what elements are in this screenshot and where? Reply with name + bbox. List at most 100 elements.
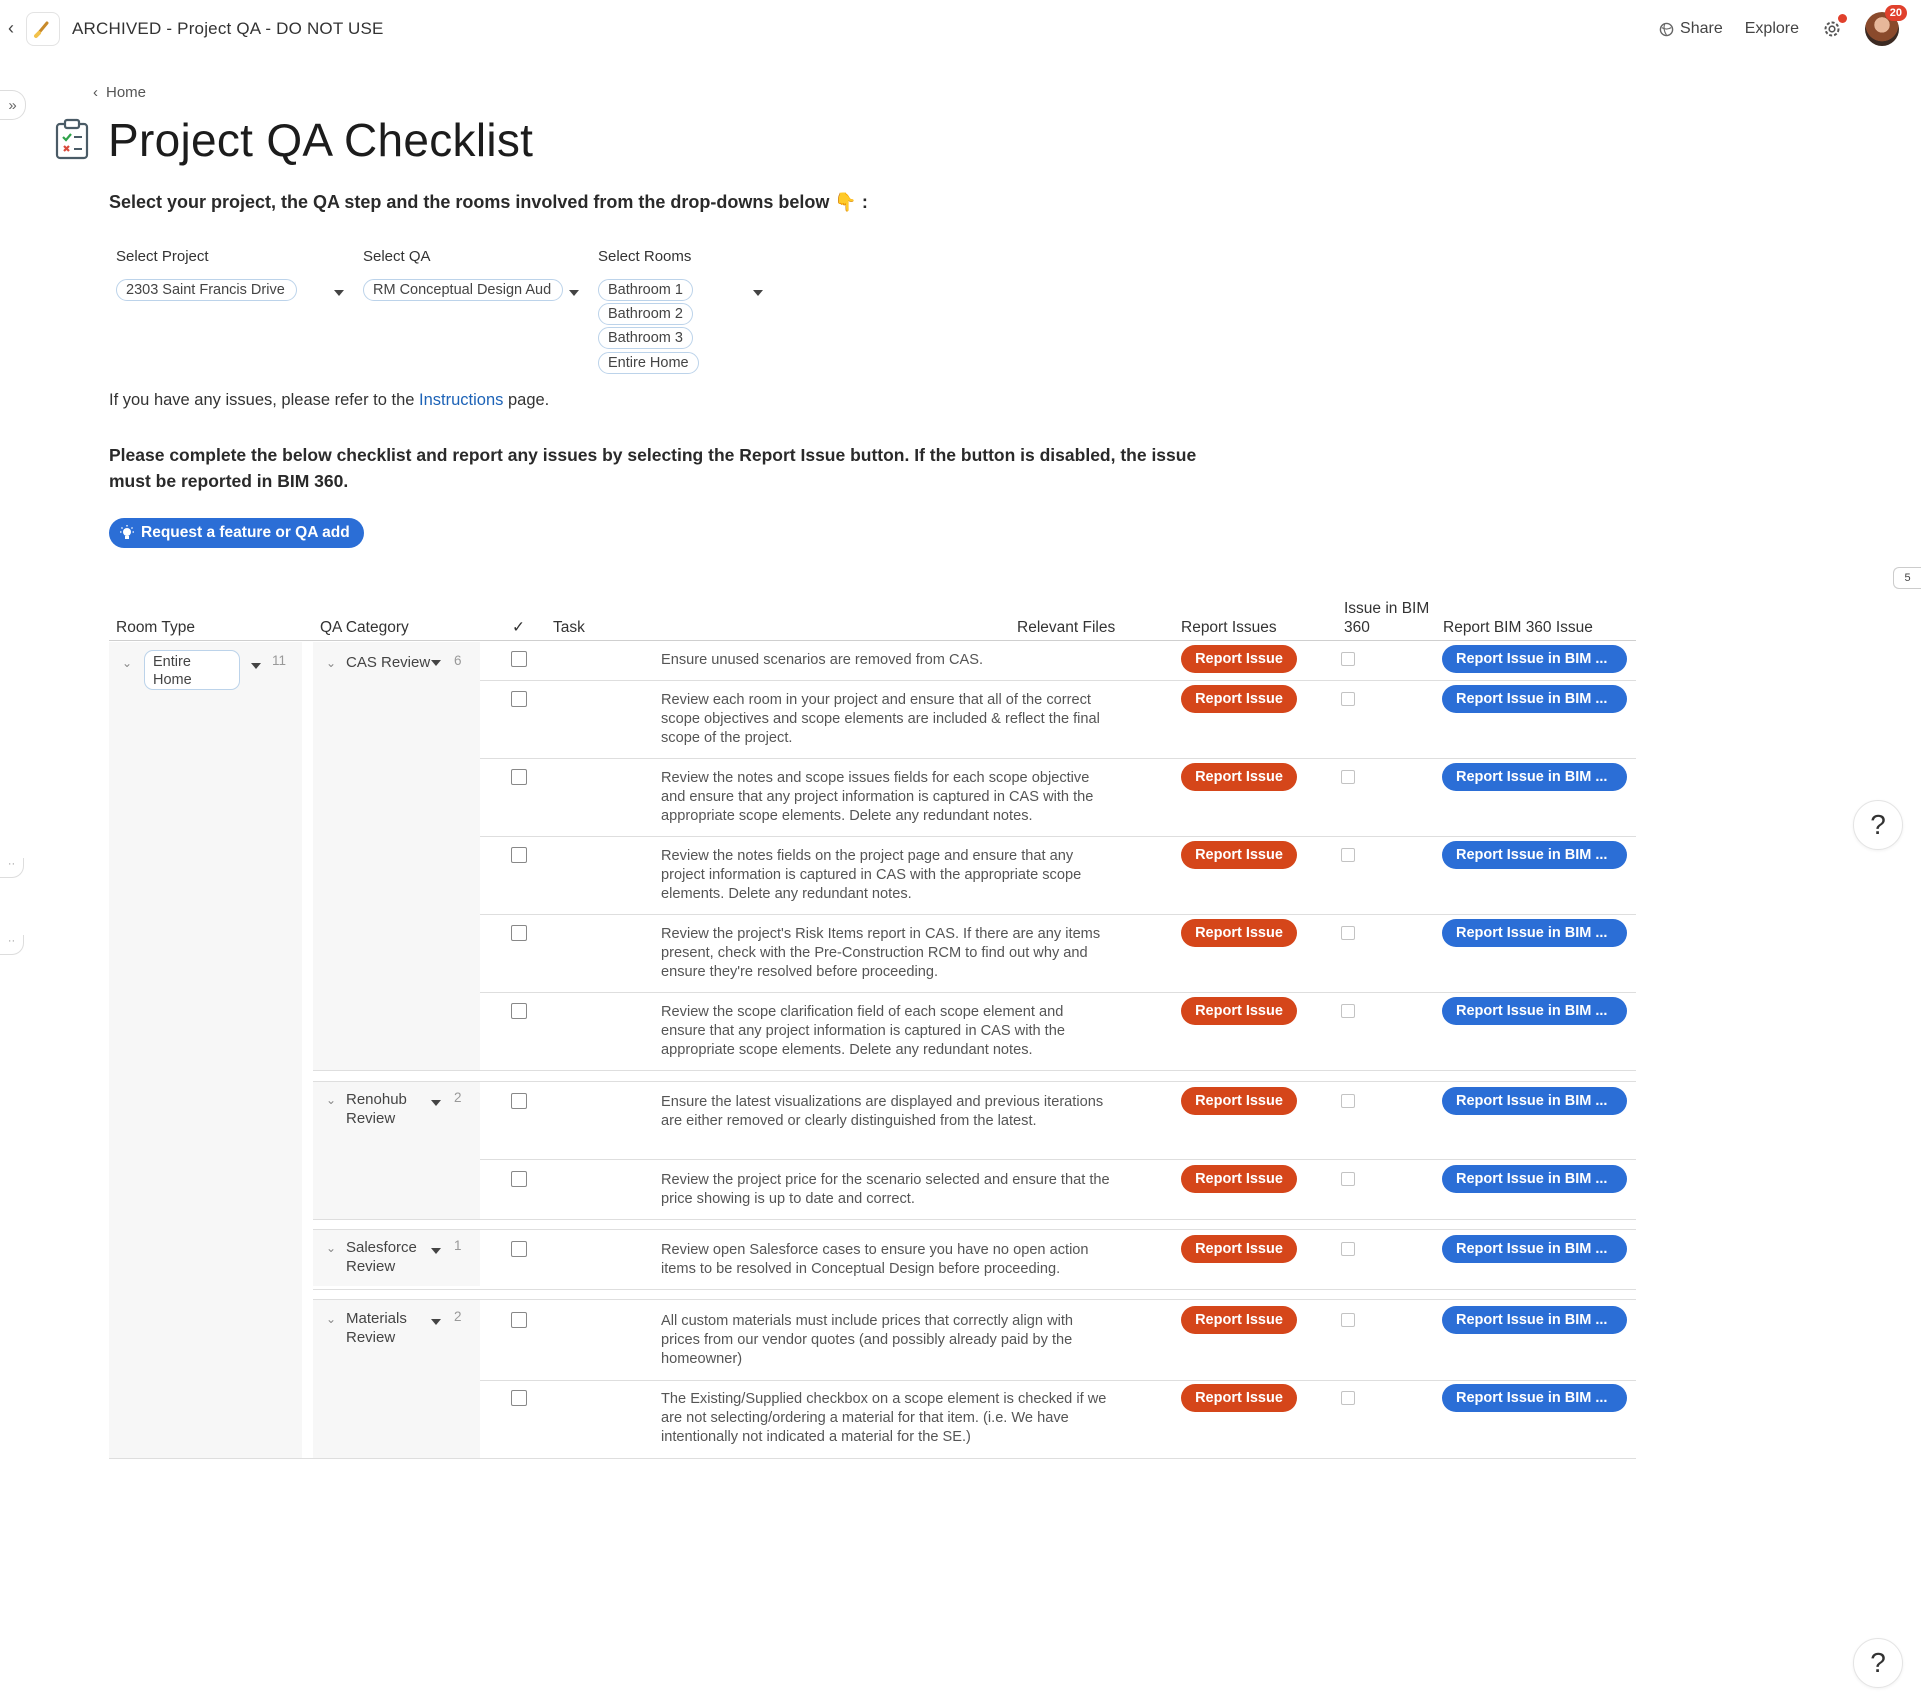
- chevron-down-icon[interactable]: [251, 663, 261, 669]
- header-qa-category[interactable]: QA Category: [320, 618, 409, 637]
- comments-count-tab[interactable]: 5: [1893, 567, 1921, 589]
- report-bim-issue-button[interactable]: Report Issue in BIM ...: [1442, 1384, 1627, 1412]
- header-issue-in-bim[interactable]: Issue in BIM 360: [1344, 599, 1439, 637]
- explore-button[interactable]: Explore: [1745, 20, 1799, 38]
- report-issue-button[interactable]: Report Issue: [1181, 645, 1297, 673]
- report-bim-issue-button[interactable]: Report Issue in BIM ...: [1442, 841, 1627, 869]
- report-issue-button[interactable]: Report Issue: [1181, 997, 1297, 1025]
- issue-in-bim-checkbox[interactable]: [1341, 1172, 1355, 1186]
- report-bim-issue-button[interactable]: Report Issue in BIM ...: [1442, 1165, 1627, 1193]
- room-chip[interactable]: Bathroom 2: [598, 303, 693, 325]
- category-count: 2: [454, 1090, 462, 1105]
- report-bim-issue-button[interactable]: Report Issue in BIM ...: [1442, 919, 1627, 947]
- report-bim-issue-button[interactable]: Report Issue in BIM ...: [1442, 685, 1627, 713]
- doc-emoji-icon[interactable]: [26, 12, 60, 46]
- task-text: Review open Salesforce cases to ensure y…: [661, 1242, 1089, 1278]
- side-handle-icon[interactable]: ··: [0, 858, 24, 878]
- chevron-down-icon[interactable]: [569, 290, 579, 296]
- category-count: 2: [454, 1309, 462, 1324]
- issue-in-bim-checkbox[interactable]: [1341, 1094, 1355, 1108]
- category-column-bg: [313, 642, 480, 1070]
- side-handle-icon[interactable]: ··: [0, 935, 24, 955]
- lightbulb-icon: [120, 525, 134, 539]
- report-issue-button[interactable]: Report Issue: [1181, 1306, 1297, 1334]
- breadcrumb[interactable]: ‹ Home: [93, 84, 146, 101]
- task-checkbox[interactable]: [511, 1093, 527, 1109]
- report-bim-issue-button[interactable]: Report Issue in BIM ...: [1442, 1306, 1627, 1334]
- avatar[interactable]: 20: [1865, 5, 1907, 46]
- header-relevant-files[interactable]: Relevant Files: [1017, 618, 1115, 637]
- report-issue-button[interactable]: Report Issue: [1181, 919, 1297, 947]
- report-issue-button[interactable]: Report Issue: [1181, 763, 1297, 791]
- chevron-down-icon[interactable]: [431, 1248, 441, 1254]
- issue-in-bim-checkbox[interactable]: [1341, 770, 1355, 784]
- task-checkbox[interactable]: [511, 925, 527, 941]
- collapse-chevron-icon[interactable]: ⌄: [326, 1312, 336, 1326]
- help-button[interactable]: ?: [1853, 1638, 1903, 1688]
- report-issue-button[interactable]: Report Issue: [1181, 1165, 1297, 1193]
- qa-select-value[interactable]: RM Conceptual Design Aud: [363, 279, 563, 301]
- issue-in-bim-checkbox[interactable]: [1341, 1242, 1355, 1256]
- report-bim-issue-button[interactable]: Report Issue in BIM ...: [1442, 1087, 1627, 1115]
- header-room-type[interactable]: Room Type: [116, 618, 195, 637]
- report-issue-button[interactable]: Report Issue: [1181, 1384, 1297, 1412]
- project-select-value[interactable]: 2303 Saint Francis Drive: [116, 279, 297, 301]
- report-issue-button[interactable]: Report Issue: [1181, 1235, 1297, 1263]
- collapse-chevron-icon[interactable]: ⌄: [122, 656, 132, 670]
- breadcrumb-home[interactable]: Home: [106, 84, 146, 101]
- expand-sidebar-icon[interactable]: »: [0, 90, 26, 120]
- issue-in-bim-checkbox[interactable]: [1341, 652, 1355, 666]
- settings-gear-icon[interactable]: [1821, 14, 1847, 40]
- report-bim-issue-button[interactable]: Report Issue in BIM ...: [1442, 997, 1627, 1025]
- header-report-issues[interactable]: Report Issues: [1181, 618, 1277, 637]
- task-checkbox[interactable]: [511, 1003, 527, 1019]
- task-checkbox[interactable]: [511, 769, 527, 785]
- category-label: CAS Review: [346, 654, 431, 671]
- request-feature-label: Request a feature or QA add: [141, 524, 350, 541]
- task-checkbox[interactable]: [511, 1390, 527, 1406]
- report-bim-issue-button[interactable]: Report Issue in BIM ...: [1442, 1235, 1627, 1263]
- header-check[interactable]: ✓: [512, 618, 525, 637]
- task-checkbox[interactable]: [511, 1241, 527, 1257]
- chevron-down-icon[interactable]: [753, 290, 763, 296]
- help-button[interactable]: ?: [1853, 800, 1903, 850]
- task-checkbox[interactable]: [511, 847, 527, 863]
- instructions-link[interactable]: Instructions: [419, 391, 503, 409]
- room-group-count: 11: [272, 653, 287, 668]
- report-issue-button[interactable]: Report Issue: [1181, 685, 1297, 713]
- issue-in-bim-checkbox[interactable]: [1341, 926, 1355, 940]
- instructions-line: If you have any issues, please refer to …: [109, 391, 549, 410]
- room-type-chip[interactable]: Entire Home: [144, 650, 240, 690]
- task-text: Review the project price for the scenari…: [661, 1172, 1110, 1208]
- chevron-down-icon[interactable]: [431, 1100, 441, 1106]
- share-button[interactable]: Share: [1659, 20, 1723, 38]
- issue-in-bim-checkbox[interactable]: [1341, 1313, 1355, 1327]
- task-checkbox[interactable]: [511, 651, 527, 667]
- issue-in-bim-checkbox[interactable]: [1341, 692, 1355, 706]
- header-report-bim[interactable]: Report BIM 360 Issue: [1443, 618, 1593, 637]
- issue-in-bim-checkbox[interactable]: [1341, 1004, 1355, 1018]
- task-text: Review the notes fields on the project p…: [661, 848, 1082, 903]
- issue-in-bim-checkbox[interactable]: [1341, 1391, 1355, 1405]
- back-chevron-icon[interactable]: ‹: [8, 18, 14, 39]
- task-checkbox[interactable]: [511, 1312, 527, 1328]
- report-bim-issue-button[interactable]: Report Issue in BIM ...: [1442, 763, 1627, 791]
- header-task[interactable]: Task: [553, 618, 585, 637]
- collapse-chevron-icon[interactable]: ⌄: [326, 1093, 336, 1107]
- room-chip[interactable]: Bathroom 3: [598, 327, 693, 349]
- task-checkbox[interactable]: [511, 691, 527, 707]
- report-bim-issue-button[interactable]: Report Issue in BIM ...: [1442, 645, 1627, 673]
- collapse-chevron-icon[interactable]: ⌄: [326, 656, 336, 670]
- chevron-down-icon[interactable]: [431, 660, 441, 666]
- issue-in-bim-checkbox[interactable]: [1341, 848, 1355, 862]
- chevron-down-icon[interactable]: [334, 290, 344, 296]
- report-issue-button[interactable]: Report Issue: [1181, 841, 1297, 869]
- report-issue-button[interactable]: Report Issue: [1181, 1087, 1297, 1115]
- collapse-chevron-icon[interactable]: ⌄: [326, 1241, 336, 1255]
- task-checkbox[interactable]: [511, 1171, 527, 1187]
- request-feature-button[interactable]: Request a feature or QA add: [109, 518, 364, 548]
- category-label: Salesforce Review: [346, 1239, 417, 1275]
- room-chip[interactable]: Bathroom 1: [598, 279, 693, 301]
- chevron-down-icon[interactable]: [431, 1319, 441, 1325]
- room-chip[interactable]: Entire Home: [598, 352, 699, 374]
